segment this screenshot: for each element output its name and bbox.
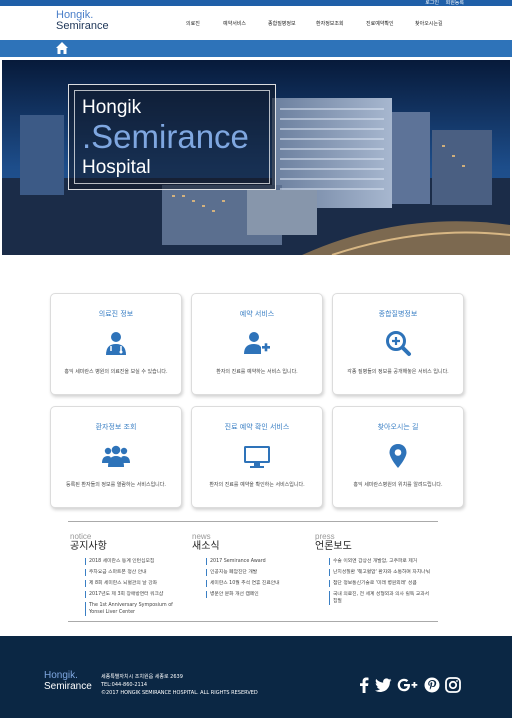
facebook-icon[interactable] <box>358 677 370 693</box>
hero-banner: Hongik .Semirance Hospital <box>2 60 510 255</box>
card-desc: 각종 질병들의 정보를 공개해놓은 서비스 입니다. <box>347 369 449 375</box>
card-desc: 환자의 진료를 예약하는 서비스 입니다. <box>216 369 298 375</box>
list-item[interactable]: 2017년도 제 3회 장애방면터 워크샵 <box>85 591 188 598</box>
nav-item-doctors[interactable]: 의료진 <box>186 20 223 27</box>
press-label-en: press <box>315 532 335 541</box>
nav-item-patient-info[interactable]: 환자정보조회 <box>316 20 366 27</box>
add-user-icon <box>244 332 270 354</box>
card-title: 의료진 정보 <box>98 310 134 318</box>
footer-info: 세종특별자치시 조치원읍 세종로 2639 TEL:044-860-2114 ©… <box>101 673 258 697</box>
list-item[interactable]: 세미란스 10월 추석 연휴 진료안내 <box>206 580 310 587</box>
header: Hongik. Semirance 의료진 예약서비스 종합질병정보 환자정보조… <box>0 6 512 40</box>
hero-title-line3: Hospital <box>82 157 151 178</box>
card-desc: 홍익 세미란스 병원의 의료진을 보실 수 있습니다. <box>64 369 168 375</box>
card-title: 진료 예약 확인 서비스 <box>224 423 290 431</box>
footer-logo-line2: Semirance <box>44 681 92 692</box>
news-label-en: news <box>192 532 211 541</box>
press-title[interactable]: 언론보도 <box>315 541 433 553</box>
search-plus-icon <box>386 331 411 356</box>
pinterest-icon[interactable] <box>424 677 440 693</box>
card-desc: 홍익 세미란스병원의 위치를 알려드립니다. <box>353 482 443 488</box>
card-directions[interactable]: 찾아오시는 길 홍익 세미란스병원의 위치를 알려드립니다. <box>332 406 464 508</box>
news-section: notice 공지사항 2018 세미란스 동계 인턴십모집 주차요금 스마트폰… <box>68 521 438 616</box>
card-title: 찾아오시는 길 <box>377 423 419 431</box>
list-item[interactable]: 제 8회 세미란스 뇌혈관의 날 강좌 <box>85 580 188 587</box>
nav-item-directions[interactable]: 찾아오시는길 <box>415 20 443 27</box>
twitter-icon[interactable] <box>375 677 392 693</box>
list-item[interactable]: 국내 의료진, 전 세계 성형외과 의사 릴독 교과서 집필 <box>329 591 433 605</box>
footer-tel: TEL:044-860-2114 <box>101 682 148 688</box>
users-icon <box>102 445 130 467</box>
footer-address: 세종특별자치시 조치원읍 세종로 2639 <box>101 674 183 680</box>
page: 로그인 회원등록 Hongik. Semirance 의료진 예약서비스 종합질… <box>0 0 512 718</box>
notice-label-en: notice <box>70 532 92 541</box>
footer: Hongik. Semirance 세종특별자치시 조치원읍 세종로 2639 … <box>0 636 512 718</box>
card-disease-info[interactable]: 종합질병정보 각종 질병들의 정보를 공개해놓은 서비스 입니다. <box>332 293 464 395</box>
notice-title[interactable]: 공지사항 <box>70 541 188 553</box>
news-title[interactable]: 새소식 <box>192 541 310 553</box>
card-patient-info[interactable]: 환자정보 조회 등록된 환자들의 정보를 열람하는 서비스입니다. <box>50 406 182 508</box>
footer-logo-line1: Hongik. <box>44 670 78 681</box>
logo-line2: Semirance <box>56 20 109 32</box>
logo[interactable]: Hongik. Semirance <box>56 10 109 32</box>
map-marker-icon <box>389 444 407 468</box>
doctor-icon <box>106 332 126 355</box>
main-nav: 의료진 예약서비스 종합질병정보 환자정보조회 진료예약확인 찾아오시는길 <box>186 20 443 27</box>
card-title: 예약 서비스 <box>239 310 275 318</box>
news-divider <box>68 621 438 622</box>
nav-item-disease-info[interactable]: 종합질병정보 <box>268 20 316 27</box>
list-item[interactable]: The 1st Anniversary Symposium of Yonsei … <box>85 602 188 616</box>
footer-copyright: ©2017 HONGIK SEMIRANCE HOSPITAL. ALL RIG… <box>101 690 258 696</box>
instagram-icon[interactable] <box>445 677 461 693</box>
news-column: news 새소식 2017 Semirance Award 인공지능 폐암진단 … <box>192 532 310 602</box>
list-item[interactable]: 2017 Semirance Award <box>206 558 310 565</box>
hero-title-line1: Hongik <box>82 97 142 118</box>
card-title: 종합질병정보 <box>378 310 418 318</box>
card-doctors[interactable]: 의료진 정보 홍익 세미란스 병원의 의료진을 보실 수 있습니다. <box>50 293 182 395</box>
list-item[interactable]: 주차요금 스마트폰 정산 안내 <box>85 569 188 576</box>
list-item[interactable]: 수술 이외엔 갑상선 개발암, 고주파로 제거 <box>329 558 433 565</box>
card-desc: 등록된 환자들의 정보를 열람하는 서비스입니다. <box>66 482 166 488</box>
card-desc: 환자의 진료를 예약을 확인하는 서비스입니다. <box>209 482 305 488</box>
list-item[interactable]: 인공지능 폐암진단 개발 <box>206 569 310 576</box>
nav-item-reservation-check[interactable]: 진료예약확인 <box>366 20 415 27</box>
press-column: press 언론보도 수술 이외엔 갑상선 개발암, 고주파로 제거 난치성질환… <box>315 532 433 609</box>
notice-column: notice 공지사항 2018 세미란스 동계 인턴십모집 주차요금 스마트폰… <box>70 532 188 620</box>
nav-item-reservation[interactable]: 예약서비스 <box>223 20 268 27</box>
list-item[interactable]: 2018 세미란스 동계 인턴십모집 <box>85 558 188 565</box>
social-links <box>358 677 466 693</box>
footer-logo: Hongik. Semirance <box>44 670 92 692</box>
card-reservation-check[interactable]: 진료 예약 확인 서비스 환자의 진료를 예약을 확인하는 서비스입니다. <box>191 406 323 508</box>
hero-title-box: Hongik .Semirance Hospital <box>68 84 276 190</box>
home-icon[interactable] <box>55 41 69 55</box>
sub-bar <box>0 40 512 57</box>
list-item[interactable]: 첨단 정보통신기술로 '미래 병원외래' 성큼 <box>329 580 433 587</box>
monitor-icon <box>244 446 270 468</box>
card-reservation[interactable]: 예약 서비스 환자의 진료를 예약하는 서비스 입니다. <box>191 293 323 395</box>
google-plus-icon[interactable] <box>397 677 419 693</box>
card-title: 환자정보 조회 <box>95 423 137 431</box>
hero-title-line2: .Semirance <box>82 118 249 155</box>
list-item[interactable]: 병문안 문화 개선 캠페인 <box>206 591 310 598</box>
list-item[interactable]: 난치성질환 '췌고혈압' 환자와 소통하며 자치나눠 <box>329 569 433 576</box>
